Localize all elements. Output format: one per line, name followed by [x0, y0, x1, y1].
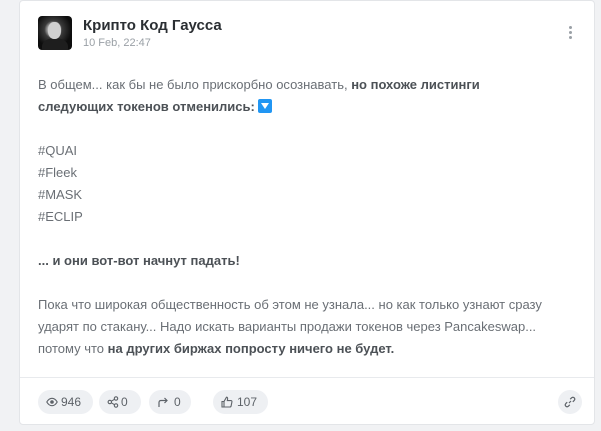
post-date: 10 Feb, 22:47 — [83, 37, 151, 49]
footer-divider — [20, 377, 594, 378]
link-icon — [564, 396, 576, 408]
author-name[interactable]: Крипто Код Гаусса — [83, 17, 222, 34]
likes-count: 107 — [237, 395, 258, 409]
intro-text: В общем... как бы не было прискорбно осо… — [38, 77, 352, 92]
views-count: 946 — [61, 395, 82, 409]
tag-item[interactable]: #QUAI — [38, 140, 558, 162]
avatar[interactable] — [38, 16, 72, 50]
post-footer: 946 0 0 107 — [38, 390, 582, 414]
post-text: В общем... как бы не было прискорбно осо… — [38, 74, 558, 360]
likes-counter[interactable]: 107 — [213, 390, 268, 414]
avatar-body — [42, 38, 68, 50]
views-counter[interactable]: 946 — [38, 390, 93, 414]
kebab-menu-icon[interactable] — [564, 24, 576, 42]
shares-counter[interactable]: 0 — [99, 390, 141, 414]
tag-item[interactable]: #MASK — [38, 184, 558, 206]
copy-link-button[interactable] — [558, 390, 582, 414]
warning-bold-text: ... и они вот-вот начнут падать! — [38, 253, 240, 268]
down-arrow-emoji-icon — [257, 99, 272, 113]
repost-icon — [158, 397, 168, 407]
post-header: Крипто Код Гаусса 10 Feb, 22:47 — [38, 16, 580, 52]
tag-item[interactable]: #Fleek — [38, 162, 558, 184]
paragraph-details: Пока что широкая общественность об этом … — [38, 294, 558, 360]
share-icon — [107, 396, 119, 408]
avatar-face — [48, 22, 61, 39]
shares-count: 0 — [121, 395, 128, 409]
eye-icon — [46, 397, 58, 407]
details-bold-text: на других биржах попросту ничего не буде… — [107, 341, 395, 356]
reposts-count: 0 — [174, 395, 181, 409]
thumbs-up-icon — [221, 396, 233, 408]
paragraph-intro: В общем... как бы не было прискорбно осо… — [38, 74, 558, 118]
reposts-counter[interactable]: 0 — [149, 390, 191, 414]
paragraph-warning: ... и они вот-вот начнут падать! — [38, 250, 558, 272]
tag-item[interactable]: #ECLIP — [38, 206, 558, 228]
post-card: Крипто Код Гаусса 10 Feb, 22:47 В общем.… — [19, 0, 595, 425]
